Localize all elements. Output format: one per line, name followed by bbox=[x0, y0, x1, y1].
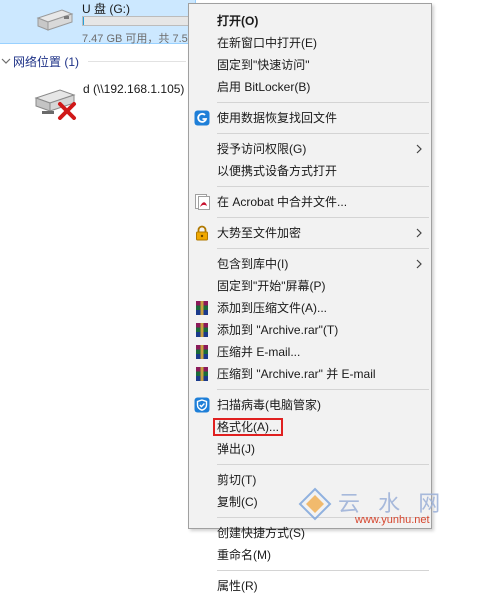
menu-item-label: 重命名(M) bbox=[217, 548, 271, 562]
network-locations-group-header[interactable]: 网络位置 (1) bbox=[0, 52, 79, 70]
menu-item-label: 添加到压缩文件(A)... bbox=[217, 301, 327, 315]
menu-item-label: 固定到"开始"屏幕(P) bbox=[217, 279, 326, 293]
menu-item-scan-virus[interactable]: 扫描病毒(电脑管家) bbox=[189, 394, 431, 416]
menu-item-label: 压缩到 "Archive.rar" 并 E-mail bbox=[217, 367, 376, 381]
winrar-icon bbox=[196, 367, 208, 381]
winrar-icon bbox=[196, 345, 208, 359]
menu-separator bbox=[217, 389, 429, 390]
menu-item-label: 创建快捷方式(S) bbox=[217, 526, 305, 540]
chevron-right-icon bbox=[416, 144, 422, 154]
menu-item-label: 授予访问权限(G) bbox=[217, 142, 307, 156]
menu-item-encrypt[interactable]: 大势至文件加密 bbox=[189, 222, 431, 244]
watermark-logo-icon bbox=[298, 487, 332, 521]
winrar-icon bbox=[196, 301, 208, 315]
menu-item-enable-bitlocker[interactable]: 启用 BitLocker(B) bbox=[189, 76, 431, 98]
context-menu: 打开(O) 在新窗口中打开(E) 固定到"快速访问" 启用 BitLocker(… bbox=[188, 3, 432, 593]
menu-separator bbox=[217, 133, 429, 134]
drive-space-text: 7.47 GB 可用，共 7.5 bbox=[82, 33, 188, 45]
group-header-label: 网络位置 (1) bbox=[13, 54, 80, 69]
menu-separator bbox=[217, 464, 429, 465]
menu-item-acrobat-merge[interactable]: 在 Acrobat 中合并文件... bbox=[189, 191, 431, 213]
menu-item-recover-files[interactable]: 使用数据恢复找回文件 bbox=[189, 107, 431, 129]
menu-item-label: 打开(O) bbox=[217, 14, 259, 28]
menu-item-properties[interactable]: 属性(R) bbox=[189, 575, 431, 597]
menu-item-pin-quick-access[interactable]: 固定到"快速访问" bbox=[189, 54, 431, 76]
chevron-right-icon bbox=[416, 259, 422, 269]
menu-item-label: 使用数据恢复找回文件 bbox=[217, 111, 338, 125]
data-recovery-icon bbox=[194, 110, 210, 126]
menu-item-pin-start[interactable]: 固定到"开始"屏幕(P) bbox=[189, 275, 431, 297]
lock-icon bbox=[196, 225, 208, 241]
usb-drive-icon bbox=[36, 9, 74, 31]
menu-item-label: 压缩并 E-mail... bbox=[217, 345, 301, 359]
chevron-down-icon bbox=[1, 58, 11, 64]
drive-item-u-disk[interactable]: U 盘 (G:) 7.47 GB 可用，共 7.5 bbox=[0, 0, 196, 45]
menu-item-grant-access[interactable]: 授予访问权限(G) bbox=[189, 138, 431, 160]
menu-item-add-archive[interactable]: 添加到压缩文件(A)... bbox=[189, 297, 431, 319]
menu-item-add-archive-rar[interactable]: 添加到 "Archive.rar"(T) bbox=[189, 319, 431, 341]
menu-item-label: 添加到 "Archive.rar"(T) bbox=[217, 323, 339, 337]
menu-item-label-highlighted: 格式化(A)... bbox=[213, 418, 283, 436]
watermark-url: www.yunhu.net bbox=[355, 514, 430, 526]
menu-item-label: 包含到库中(I) bbox=[217, 257, 289, 271]
menu-separator bbox=[217, 248, 429, 249]
menu-item-label: 在新窗口中打开(E) bbox=[217, 36, 317, 50]
menu-item-label: 以便携式设备方式打开 bbox=[217, 164, 338, 178]
network-drive-disconnected-icon[interactable] bbox=[34, 86, 80, 120]
menu-item-label: 在 Acrobat 中合并文件... bbox=[217, 195, 348, 209]
menu-item-open-portable[interactable]: 以便携式设备方式打开 bbox=[189, 160, 431, 182]
menu-item-open[interactable]: 打开(O) bbox=[189, 10, 431, 32]
network-location-name[interactable]: d (\\192.168.1.105) ( bbox=[83, 82, 192, 96]
drive-space-bar bbox=[82, 16, 194, 26]
menu-item-label: 复制(C) bbox=[217, 495, 258, 509]
menu-item-label: 剪切(T) bbox=[217, 473, 257, 487]
menu-item-compress-email[interactable]: 压缩并 E-mail... bbox=[189, 341, 431, 363]
drive-space-bar-fill bbox=[83, 17, 85, 25]
shield-icon bbox=[194, 397, 210, 413]
menu-item-label: 弹出(J) bbox=[217, 442, 255, 456]
menu-item-include-library[interactable]: 包含到库中(I) bbox=[189, 253, 431, 275]
menu-item-compress-rar-email[interactable]: 压缩到 "Archive.rar" 并 E-mail bbox=[189, 363, 431, 385]
menu-separator bbox=[217, 217, 429, 218]
chevron-right-icon bbox=[416, 228, 422, 238]
menu-item-label: 启用 BitLocker(B) bbox=[217, 80, 311, 94]
menu-item-open-new-window[interactable]: 在新窗口中打开(E) bbox=[189, 32, 431, 54]
menu-item-format[interactable]: 格式化(A)... bbox=[189, 416, 431, 438]
menu-item-rename[interactable]: 重命名(M) bbox=[189, 544, 431, 566]
drive-name: U 盘 (G:) bbox=[82, 2, 130, 16]
menu-separator bbox=[217, 186, 429, 187]
menu-separator bbox=[217, 570, 429, 571]
group-divider bbox=[88, 61, 186, 62]
menu-separator bbox=[217, 102, 429, 103]
menu-item-eject[interactable]: 弹出(J) bbox=[189, 438, 431, 460]
menu-item-label: 属性(R) bbox=[217, 579, 258, 593]
menu-item-label: 固定到"快速访问" bbox=[217, 58, 310, 72]
winrar-icon bbox=[196, 323, 208, 337]
menu-item-label: 大势至文件加密 bbox=[217, 226, 302, 240]
acrobat-icon bbox=[195, 194, 210, 210]
menu-item-label: 扫描病毒(电脑管家) bbox=[217, 398, 321, 412]
